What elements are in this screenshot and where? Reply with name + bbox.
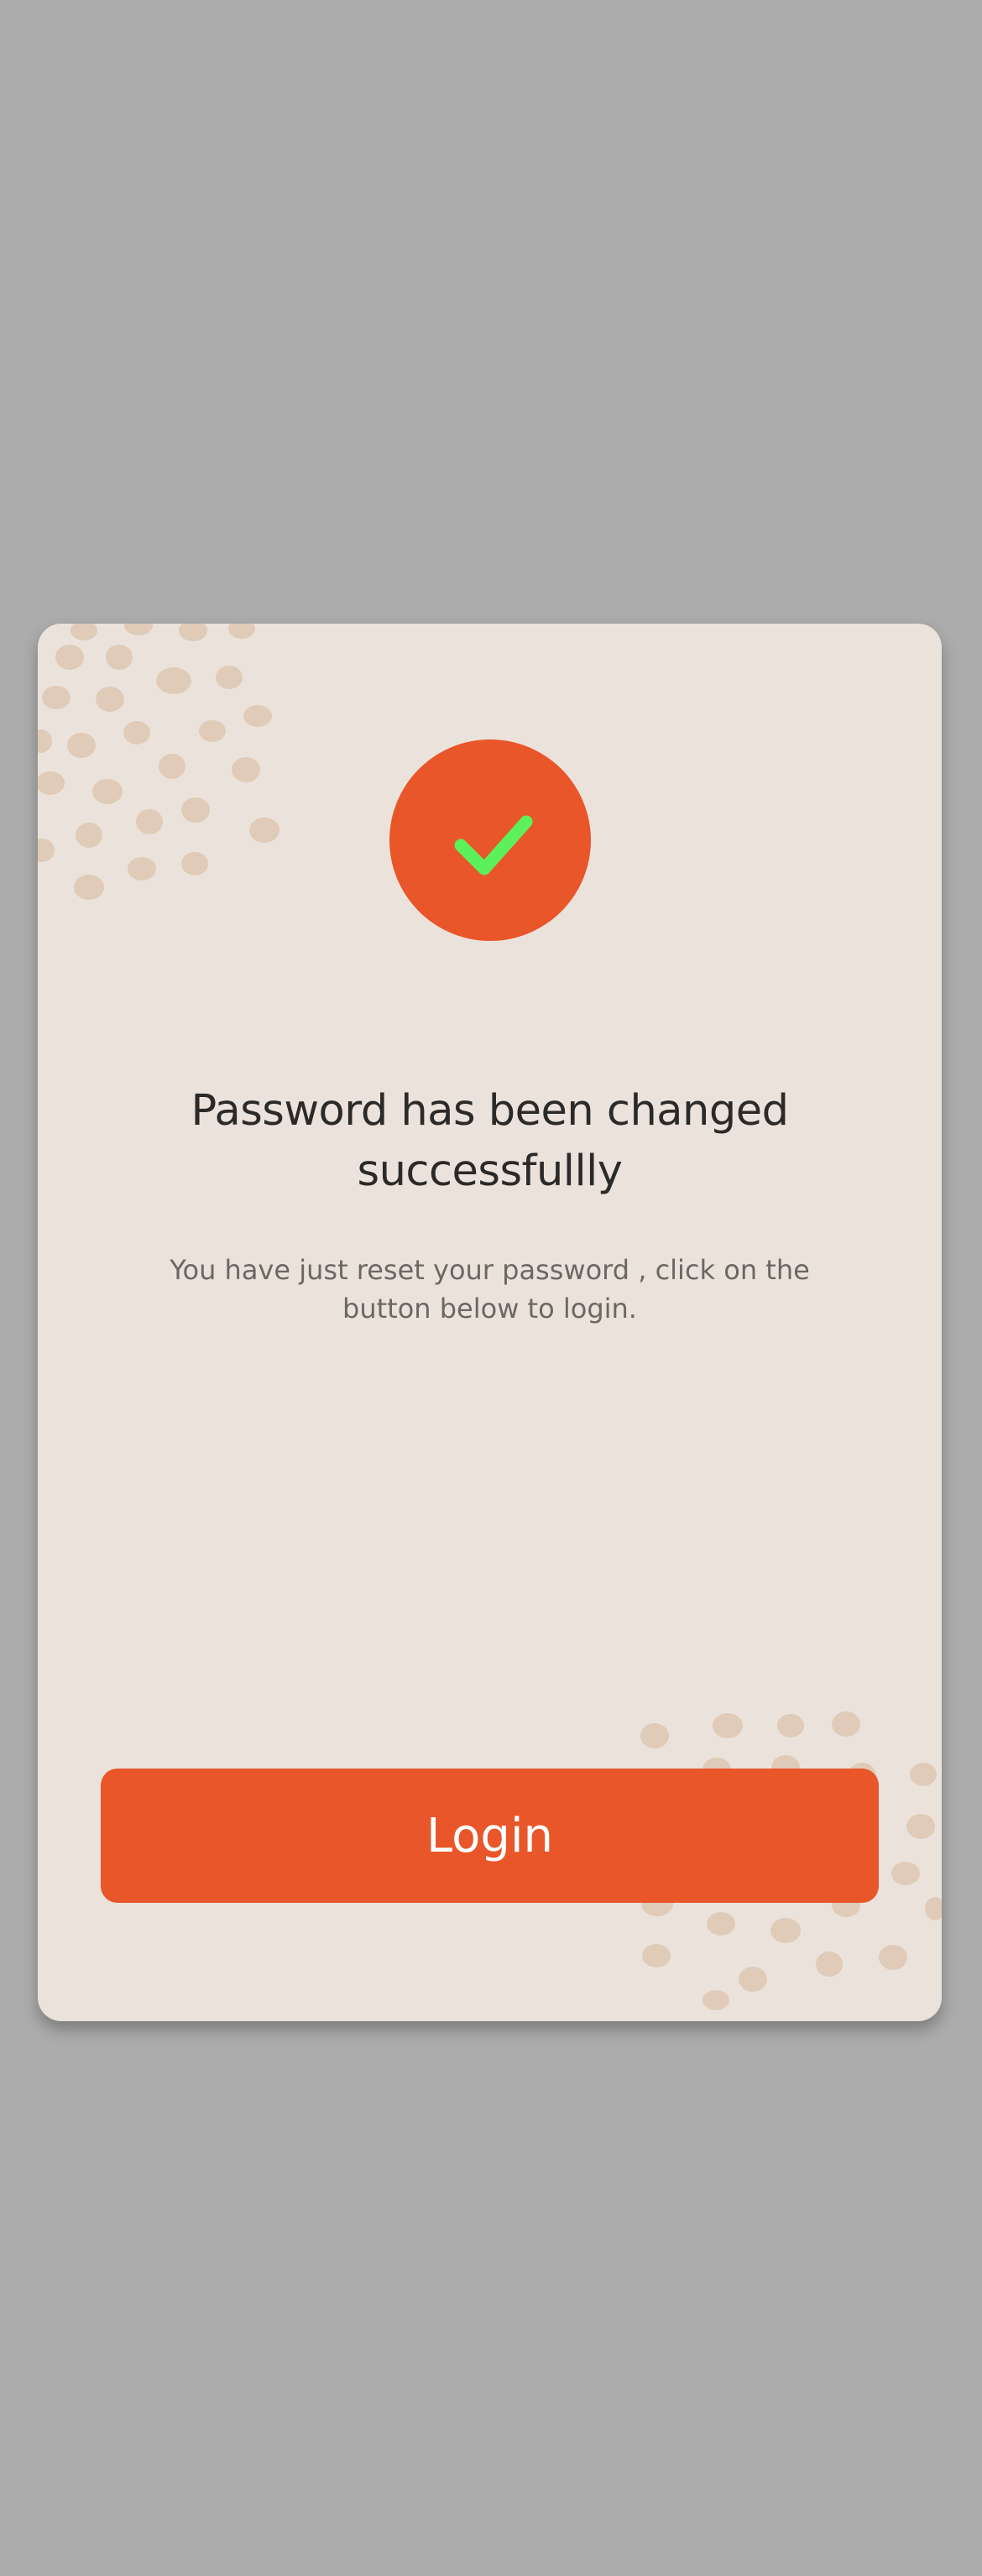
decorative-dots-top-left: [38, 624, 279, 900]
check-icon: [454, 815, 533, 875]
success-message: You have just reset your password , clic…: [170, 1254, 810, 1325]
success-card: Password has been changed successfullly …: [38, 624, 942, 2021]
login-button[interactable]: Login: [101, 1769, 879, 1903]
success-badge: [389, 739, 591, 941]
success-title: Password has been changed successfullly: [191, 1086, 789, 1196]
